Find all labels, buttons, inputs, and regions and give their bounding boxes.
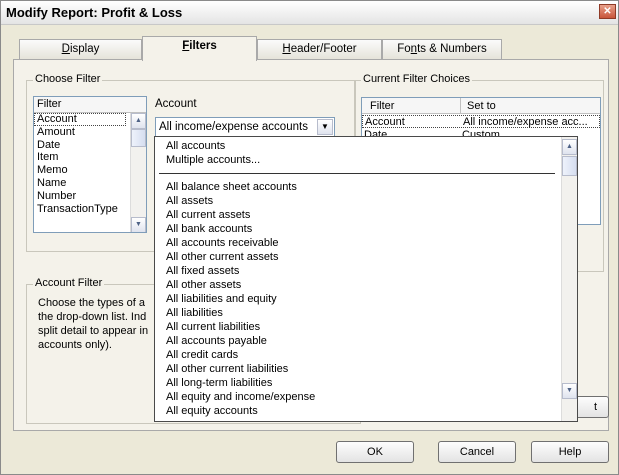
dropdown-item[interactable]: All current liabilities — [166, 321, 260, 333]
title-bar[interactable]: Modify Report: Profit & Loss ✕ — [1, 1, 618, 25]
dropdown-item[interactable]: All other current liabilities — [166, 363, 288, 375]
dropdown-item[interactable]: All accounts receivable — [166, 237, 279, 249]
account-dropdown-list[interactable]: All accounts Multiple accounts... All ba… — [154, 136, 578, 422]
account-label: Account — [155, 98, 197, 110]
tab-display[interactable]: Display — [19, 39, 142, 60]
dropdown-separator — [159, 173, 555, 174]
dropdown-item[interactable]: All liabilities — [166, 307, 223, 319]
filter-list-scrollbar[interactable]: ▲ ▼ — [130, 113, 146, 232]
current-filter-choices-label: Current Filter Choices — [361, 73, 472, 85]
scroll-thumb[interactable] — [562, 156, 577, 176]
ok-button[interactable]: OK — [336, 441, 414, 463]
dropdown-item[interactable]: All equity and income/expense — [166, 391, 315, 403]
scroll-thumb[interactable] — [131, 129, 146, 147]
cancel-button[interactable]: Cancel — [438, 441, 516, 463]
dialog-title: Modify Report: Profit & Loss — [6, 5, 183, 20]
dropdown-item[interactable]: All liabilities and equity — [166, 293, 277, 305]
dropdown-item[interactable]: All credit cards — [166, 349, 238, 361]
col-filter: Filter — [370, 100, 395, 112]
col-set-to: Set to — [467, 100, 496, 112]
current-filter-table-header: Filter Set to — [362, 98, 600, 114]
filter-list-header: Filter — [34, 97, 146, 113]
account-filter-description: Choose the types of a the drop-down list… — [38, 297, 149, 351]
choose-filter-label: Choose Filter — [33, 73, 103, 85]
dropdown-scrollbar[interactable]: ▲ ▼ — [561, 137, 577, 421]
filter-item-account[interactable]: Account — [34, 113, 126, 126]
scroll-down-icon[interactable]: ▼ — [562, 383, 577, 399]
account-select[interactable]: All income/expense accounts ▼ — [155, 117, 335, 137]
account-filter-label: Account Filter — [33, 277, 105, 289]
dropdown-item[interactable]: Multiple accounts... — [166, 154, 260, 166]
tab-filters[interactable]: Filters — [142, 36, 257, 61]
table-row[interactable]: Account All income/expense acc... — [362, 115, 600, 128]
dropdown-item[interactable]: All accounts — [166, 140, 225, 152]
dropdown-item[interactable]: All equity accounts — [166, 405, 258, 417]
dropdown-item[interactable]: All other current assets — [166, 251, 279, 263]
dropdown-item[interactable]: All other assets — [166, 279, 241, 291]
help-button[interactable]: Help — [531, 441, 609, 463]
tab-fonts-numbers[interactable]: Fonts & Numbers — [382, 39, 502, 60]
dropdown-item[interactable]: All balance sheet accounts — [166, 181, 297, 193]
dropdown-item[interactable]: All bank accounts — [166, 223, 252, 235]
scroll-up-icon[interactable]: ▲ — [131, 113, 146, 129]
dropdown-item[interactable]: All current assets — [166, 209, 250, 221]
chevron-down-icon[interactable]: ▼ — [317, 119, 333, 135]
scroll-up-icon[interactable]: ▲ — [562, 139, 577, 155]
dropdown-item[interactable]: All accounts payable — [166, 335, 267, 347]
close-button[interactable]: ✕ — [599, 4, 616, 19]
dropdown-item[interactable]: All assets — [166, 195, 213, 207]
dropdown-item[interactable]: All long-term liabilities — [166, 377, 272, 389]
tab-header-footer[interactable]: Header/Footer — [257, 39, 382, 60]
dropdown-item[interactable]: All fixed assets — [166, 265, 239, 277]
account-select-value: All income/expense accounts — [159, 121, 308, 133]
filter-list[interactable]: Filter Account Amount Date Item Memo Nam… — [33, 96, 147, 233]
modify-report-dialog: Modify Report: Profit & Loss ✕ Display F… — [0, 0, 619, 475]
scroll-down-icon[interactable]: ▼ — [131, 217, 146, 232]
